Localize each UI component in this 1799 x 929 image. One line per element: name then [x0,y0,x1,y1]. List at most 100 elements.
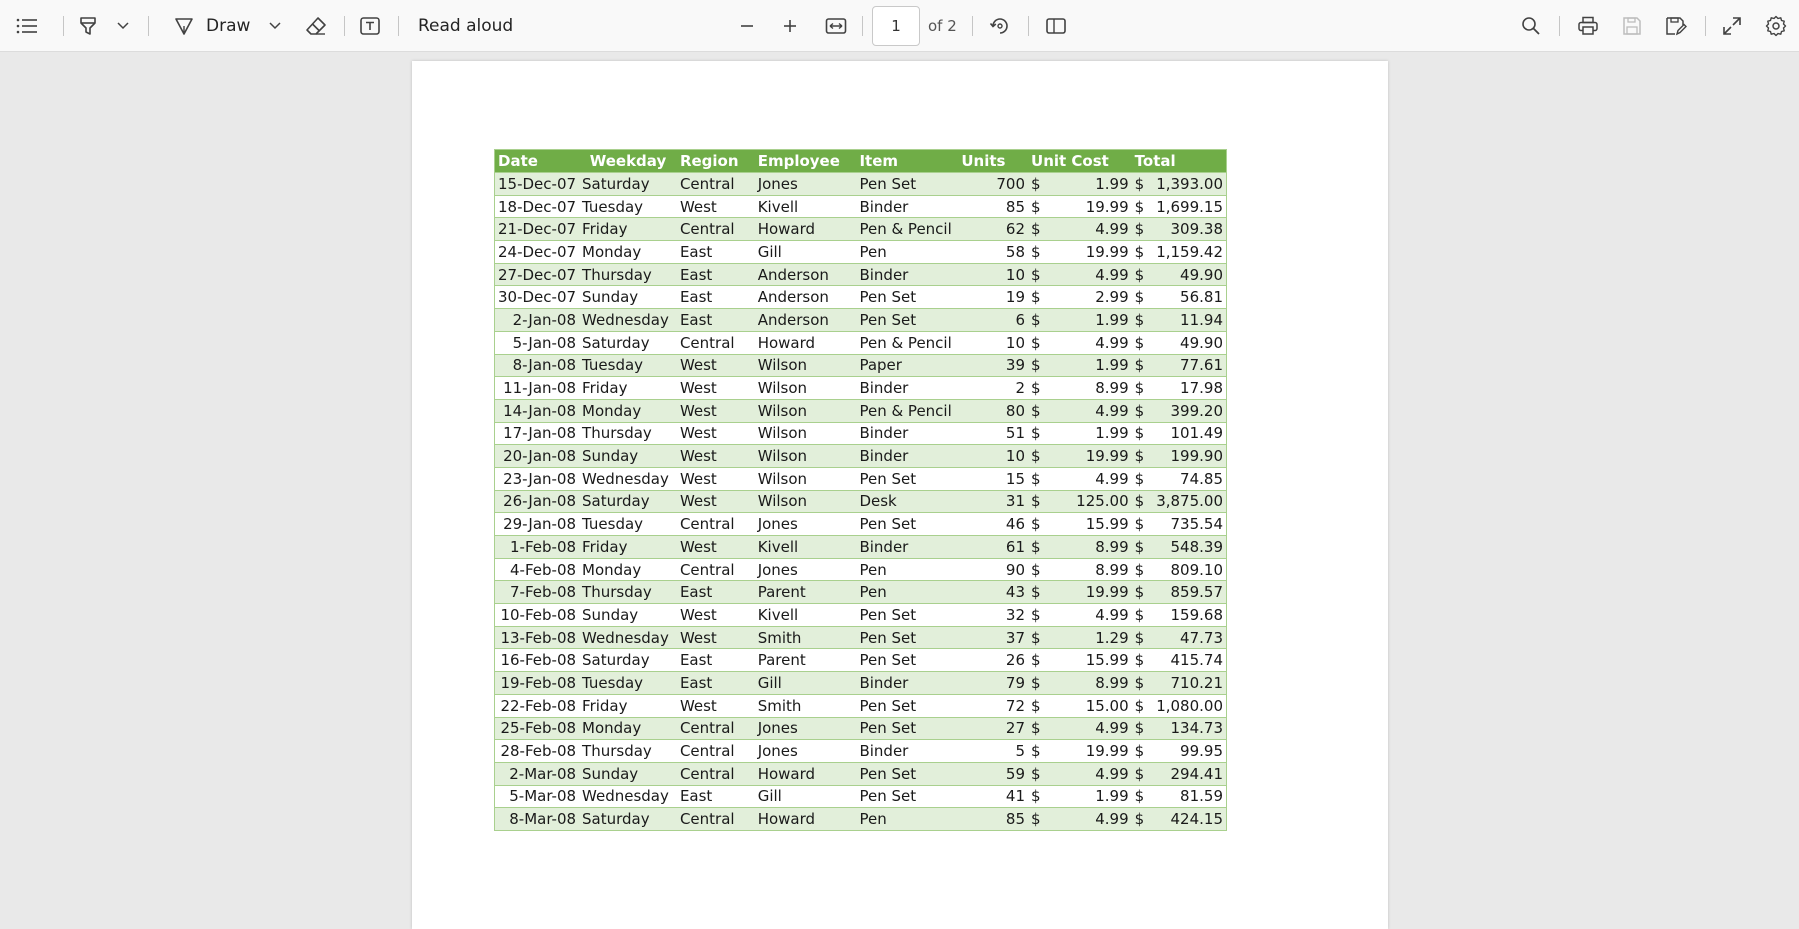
table-row: 13-Feb-08 Wednesday West Smith Pen Set 37 $1.2… [494,625,1227,649]
table-cell: 32 [958,603,1029,627]
amount-value: 424.15 [1170,810,1224,829]
page-view-icon[interactable] [1041,0,1071,52]
table-cell: $809.10 [1131,557,1227,581]
page-number-input[interactable]: 1 [872,6,920,46]
highlight-icon[interactable] [74,0,102,52]
table-cell: 29-Jan-08 [494,512,580,536]
text-box-icon[interactable] [356,0,384,52]
table-cell: 51 [958,421,1029,445]
table-cell: East [676,308,755,332]
table-cell: 10 [958,444,1029,468]
table-cell: $1.29 [1028,625,1132,649]
draw-options-chevron-down-icon[interactable] [266,0,284,52]
amount-value: 11.94 [1180,310,1223,329]
table-cell: Central [676,330,755,354]
amount-value: 1.99 [1095,310,1129,329]
table-row: 26-Jan-08 Saturday West Wilson Desk 31 $125.00… [494,489,1227,513]
table-cell: Wilson [754,421,857,445]
draw-label[interactable]: Draw [206,0,250,52]
table-row: 29-Jan-08 Tuesday Central Jones Pen Set 46 $15… [494,512,1227,536]
table-cell: West [676,535,755,559]
draw-pen-icon[interactable] [170,0,198,52]
table-cell: $2.99 [1028,285,1132,309]
table-cell: Wilson [754,466,857,491]
currency-symbol: $ [1031,537,1041,556]
table-cell: 28-Feb-08 [494,739,580,763]
table-cell: $1.99 [1028,784,1132,808]
table-cell: Pen [856,580,959,604]
currency-symbol: $ [1134,288,1145,307]
table-cell: Pen [856,807,959,831]
zoom-out-icon[interactable] [733,0,761,52]
amount-value: 309.38 [1170,220,1224,239]
currency-symbol: $ [1134,628,1145,647]
amount-value: 4.99 [1095,605,1129,624]
currency-symbol: $ [1134,810,1145,829]
table-cell: Saturday [579,807,677,831]
search-icon[interactable] [1517,0,1545,52]
read-aloud-button[interactable]: Read aloud [418,0,518,52]
table-cell: 17-Jan-08 [494,421,580,445]
table-cell: Anderson [754,285,857,309]
currency-symbol: $ [1134,764,1145,783]
table-row: 8-Mar-08 Saturday Central Howard Pen 85 $4.99 $… [494,807,1227,831]
table-cell: $4.99 [1028,262,1132,286]
currency-symbol: $ [1031,469,1041,488]
table-cell: $125.00 [1028,489,1132,513]
settings-gear-icon[interactable] [1762,0,1790,52]
table-cell: 24-Dec-07 [494,240,580,264]
table-row: 23-Jan-08 Wednesday West Wilson Pen Set 15 $4.… [494,466,1227,491]
currency-symbol: $ [1134,447,1145,466]
table-cell: Central [676,716,755,740]
currency-symbol: $ [1134,583,1145,602]
eraser-icon[interactable] [302,0,330,52]
table-cell: Monday [579,398,677,423]
document-viewer[interactable]: Date Weekday Region Employee Item Units Unit C… [0,53,1799,929]
table-cell: $8.99 [1028,671,1132,695]
column-header: Total [1131,149,1227,173]
contents-list-icon[interactable] [12,0,42,52]
table-cell: Monday [579,240,677,264]
table-cell: 27-Dec-07 [494,262,580,286]
table-cell: Wilson [754,489,857,513]
table-cell: 62 [958,217,1029,241]
table-cell: $4.99 [1028,217,1132,241]
table-row: 5-Mar-08 Wednesday East Gill Pen Set 41 $1.99 $… [494,784,1227,808]
highlight-options-chevron-down-icon[interactable] [114,0,132,52]
rotate-icon[interactable] [985,0,1015,52]
table-cell: Pen Set [856,466,959,491]
table-row: 28-Feb-08 Thursday Central Jones Binder 5 $19.… [494,739,1227,763]
save-as-icon[interactable] [1662,0,1690,52]
table-cell: Tuesday [579,512,677,536]
table-cell: Pen Set [856,625,959,649]
save-icon[interactable] [1618,0,1646,52]
table-cell: Parent [754,580,857,604]
print-icon[interactable] [1574,0,1602,52]
table-cell: Thursday [579,739,677,763]
page-total-label: of 2 [928,17,957,35]
fit-to-width-icon[interactable] [820,0,852,52]
table-cell: Sunday [579,285,677,309]
table-cell: $1.99 [1028,353,1132,377]
table-cell: West [676,466,755,491]
amount-value: 8.99 [1095,560,1129,579]
table-cell: $99.95 [1131,739,1227,763]
table-cell: 6 [958,308,1029,332]
currency-symbol: $ [1134,197,1145,216]
table-cell: Parent [754,648,857,672]
currency-symbol: $ [1031,605,1041,624]
table-cell: Pen [856,557,959,581]
fullscreen-expand-icon[interactable] [1718,0,1746,52]
table-row: 27-Dec-07 Thursday East Anderson Binder 10 $4.… [494,262,1227,286]
column-header: Units [958,149,1029,173]
amount-value: 1,699.15 [1156,197,1223,216]
table-cell: Wilson [754,353,857,377]
table-cell: West [676,194,755,218]
amount-value: 1,159.42 [1156,242,1223,261]
table-cell: Howard [754,807,857,831]
zoom-in-icon[interactable] [776,0,804,52]
amount-value: 8.99 [1095,673,1129,692]
toolbar-separator [148,16,149,36]
table-cell: Binder [856,444,959,468]
table-cell: Tuesday [579,671,677,695]
